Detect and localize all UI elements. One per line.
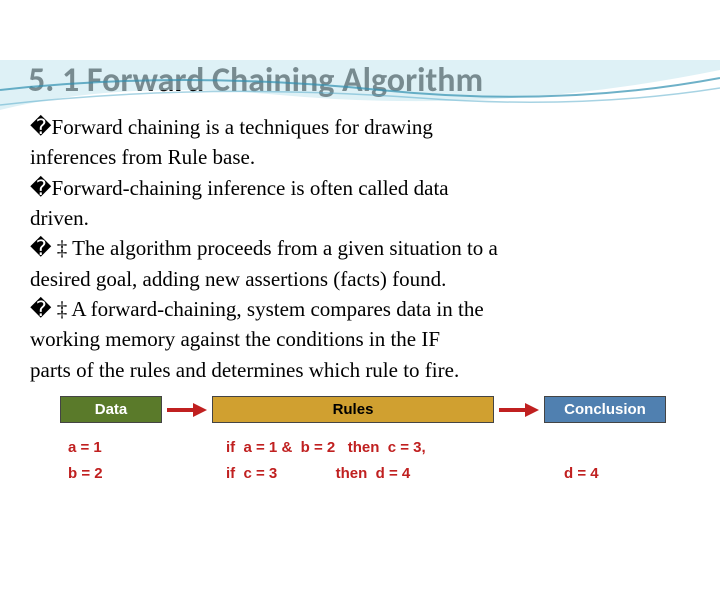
bullet-line: inferences from Rule base. (30, 145, 255, 169)
conclusion-value: d = 4 (564, 461, 684, 487)
diagram-data-column: a = 1 b = 2 (60, 435, 168, 486)
bullet-line: �Forward-chaining inference is often cal… (30, 176, 449, 200)
bullet-line: working memory against the conditions in… (30, 327, 440, 351)
slide-title: 5. 1 Forward Chaining Algorithm (28, 60, 720, 101)
bullet-line: driven. (30, 206, 89, 230)
data-value: b = 2 (68, 461, 168, 487)
bullet-line: parts of the rules and determines which … (30, 358, 459, 382)
bullet-line: �Forward chaining is a techniques for dr… (30, 115, 433, 139)
diagram-conclusion-column: d = 4 (556, 435, 684, 486)
data-value: a = 1 (68, 435, 168, 461)
arrow-icon (162, 403, 212, 417)
body-text: �Forward chaining is a techniques for dr… (30, 113, 690, 384)
forward-chaining-diagram: Data Rules Conclusion a = 1 b = 2 if a =… (60, 396, 690, 486)
diagram-header-rules: Rules (212, 396, 494, 423)
bullet-line: desired goal, adding new assertions (fac… (30, 267, 446, 291)
arrow-icon (494, 403, 544, 417)
diagram-header-conclusion: Conclusion (544, 396, 666, 423)
rule-value: if a = 1 & b = 2 then c = 3, (226, 435, 506, 461)
bullet-line: � ‡ The algorithm proceeds from a given … (30, 236, 498, 260)
diagram-header-data: Data (60, 396, 162, 423)
bullet-line: � ‡ A forward-chaining, system compares … (30, 297, 484, 321)
diagram-rules-column: if a = 1 & b = 2 then c = 3, if c = 3 th… (218, 435, 506, 486)
rule-value: if c = 3 then d = 4 (226, 461, 506, 487)
